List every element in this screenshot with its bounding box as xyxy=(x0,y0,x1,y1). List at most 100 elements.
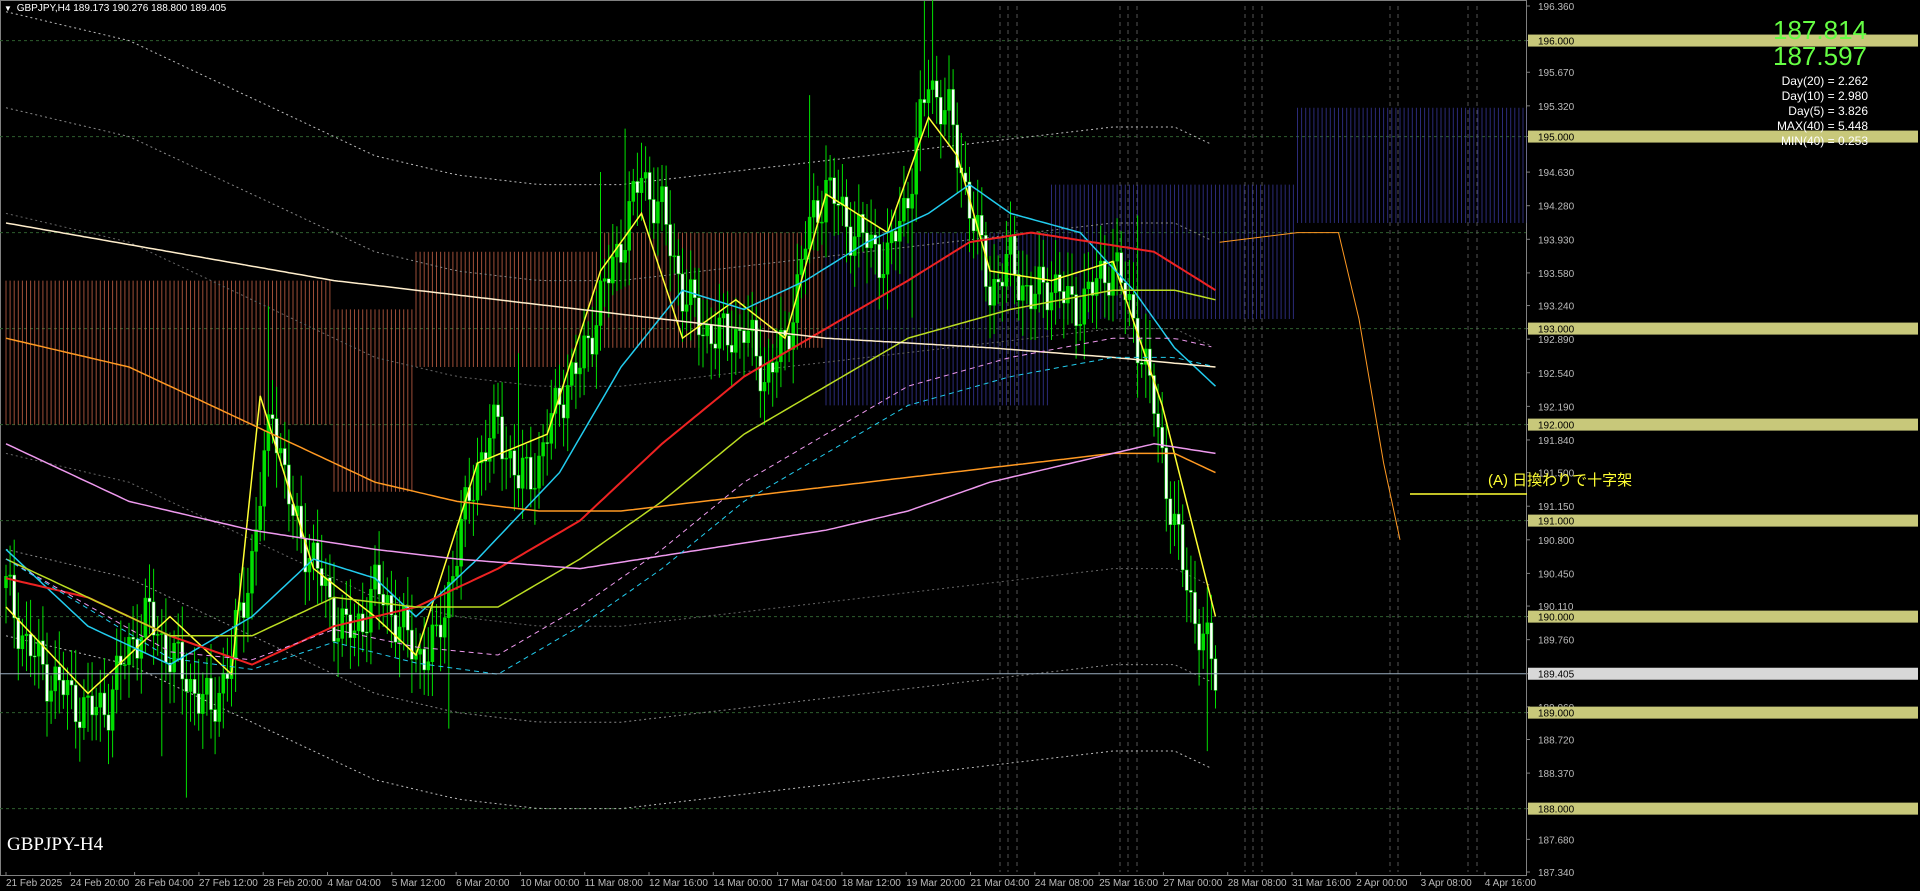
candle-bull xyxy=(1127,294,1132,301)
candle-bear xyxy=(61,679,66,696)
candle-bull xyxy=(369,588,373,633)
price-chart[interactable]: 196.360 196.000 195.670 195.320 195.000 194.6… xyxy=(0,0,1920,891)
candle-bear xyxy=(906,197,910,209)
y-tick-label: 190.800 xyxy=(1538,536,1575,547)
x-tick-label: 27 Feb 12:00 xyxy=(199,878,258,889)
candle-bear xyxy=(709,324,713,345)
candle-bull xyxy=(356,613,361,632)
x-tick-label: 17 Mar 04:00 xyxy=(778,878,837,889)
candle-bear xyxy=(28,633,33,657)
x-tick-label: 4 Mar 04:00 xyxy=(328,878,382,889)
candle-bear xyxy=(422,648,426,671)
candle-bull xyxy=(926,89,931,104)
candle-bear xyxy=(348,614,353,639)
stat-max40: MAX(40) = 5.448 xyxy=(1776,119,1868,133)
candle-bull xyxy=(660,186,664,203)
candle-bear xyxy=(78,721,82,728)
y-tick-label: 192.540 xyxy=(1538,369,1575,380)
candle-bull xyxy=(811,200,816,218)
candle-bull xyxy=(643,172,648,179)
x-tick-label: 2 Apr 00:00 xyxy=(1356,878,1408,889)
candle-bull xyxy=(188,679,193,692)
candle-bull xyxy=(1172,513,1177,525)
candle-bear xyxy=(586,335,590,339)
candle-bull xyxy=(254,529,258,552)
candle-bull xyxy=(734,329,738,353)
y-tick-label: 192.190 xyxy=(1538,402,1575,413)
candle-bull xyxy=(110,689,115,731)
candle-bear xyxy=(1131,294,1136,319)
x-tick-label: 26 Feb 04:00 xyxy=(135,878,194,889)
x-tick-label: 28 Feb 20:00 xyxy=(263,878,322,889)
candle-bull xyxy=(541,442,545,457)
candle-bull xyxy=(504,457,508,460)
candle-bull xyxy=(910,193,914,209)
x-tick-label: 27 Mar 00:00 xyxy=(1163,878,1222,889)
candle-bear xyxy=(1135,317,1140,364)
candle-bear xyxy=(45,664,49,702)
candle-bull xyxy=(520,457,525,489)
candle-bull xyxy=(889,230,894,244)
price-tag-box xyxy=(1528,667,1918,680)
candle-bull xyxy=(1086,281,1091,290)
candle-bull xyxy=(311,542,316,559)
candle-bull xyxy=(1201,633,1205,651)
candle-bear xyxy=(713,343,718,349)
price-tag-box xyxy=(1528,610,1918,623)
y-tick-label: 189.760 xyxy=(1538,636,1575,647)
candle-bear xyxy=(545,442,549,444)
price-tag-label: 192.000 xyxy=(1538,421,1575,432)
candle-bear xyxy=(1164,447,1169,500)
candle-bear xyxy=(184,678,189,692)
candle-bull xyxy=(857,214,861,237)
candle-bull xyxy=(791,322,795,350)
symbol-watermark: GBPJPY-H4 xyxy=(7,834,104,855)
x-tick-label: 25 Mar 16:00 xyxy=(1099,878,1158,889)
y-tick-label: 195.320 xyxy=(1538,102,1575,113)
candle-bear xyxy=(770,362,775,373)
candle-bull xyxy=(123,664,127,666)
candle-bear xyxy=(787,335,791,350)
candle-bear xyxy=(69,680,74,686)
candle-bear xyxy=(90,695,94,716)
candle-bear xyxy=(742,330,746,343)
candle-bear xyxy=(980,215,984,236)
candle-bull xyxy=(160,633,164,635)
candle-bull xyxy=(418,648,422,655)
y-tick-label: 192.890 xyxy=(1538,335,1575,346)
x-tick-label: 28 Mar 08:00 xyxy=(1228,878,1287,889)
candle-bear xyxy=(836,203,841,206)
y-tick-label: 194.280 xyxy=(1538,202,1575,213)
candle-bear xyxy=(635,181,640,193)
candle-bear xyxy=(561,404,566,419)
candle-bear xyxy=(1168,498,1173,525)
candle-bull xyxy=(205,677,209,695)
candle-bull xyxy=(524,456,529,459)
candle-bear xyxy=(606,278,611,284)
candle-bull xyxy=(824,179,828,223)
candle-bull xyxy=(775,361,779,373)
candle-bear xyxy=(619,243,623,263)
candle-bull xyxy=(943,110,947,125)
candle-bull xyxy=(533,487,537,490)
candle-bear xyxy=(1209,622,1214,660)
candle-bull xyxy=(578,367,582,375)
candle-bull xyxy=(898,220,902,242)
x-tick-label: 5 Mar 12:00 xyxy=(392,878,446,889)
price-tag-box xyxy=(1528,802,1918,815)
candle-bull xyxy=(53,666,57,692)
candle-bull xyxy=(918,99,923,138)
symbol-timeframe: GBPJPY,H4 xyxy=(16,3,71,14)
dropdown-triangle-icon[interactable]: ▼ xyxy=(4,4,12,13)
y-tick-label: 193.240 xyxy=(1538,302,1575,313)
price-tag-label: 196.000 xyxy=(1538,37,1575,48)
candle-bull xyxy=(852,236,857,256)
stat-day20: Day(20) = 2.262 xyxy=(1781,74,1868,88)
price-tag-box xyxy=(1528,322,1918,335)
candle-bear xyxy=(1139,362,1144,365)
price-readout-1: 187.814 xyxy=(1773,15,1867,45)
candle-bear xyxy=(1000,281,1005,287)
candle-bear xyxy=(1189,590,1193,593)
candle-bull xyxy=(1098,260,1103,279)
candle-bull xyxy=(672,255,677,258)
